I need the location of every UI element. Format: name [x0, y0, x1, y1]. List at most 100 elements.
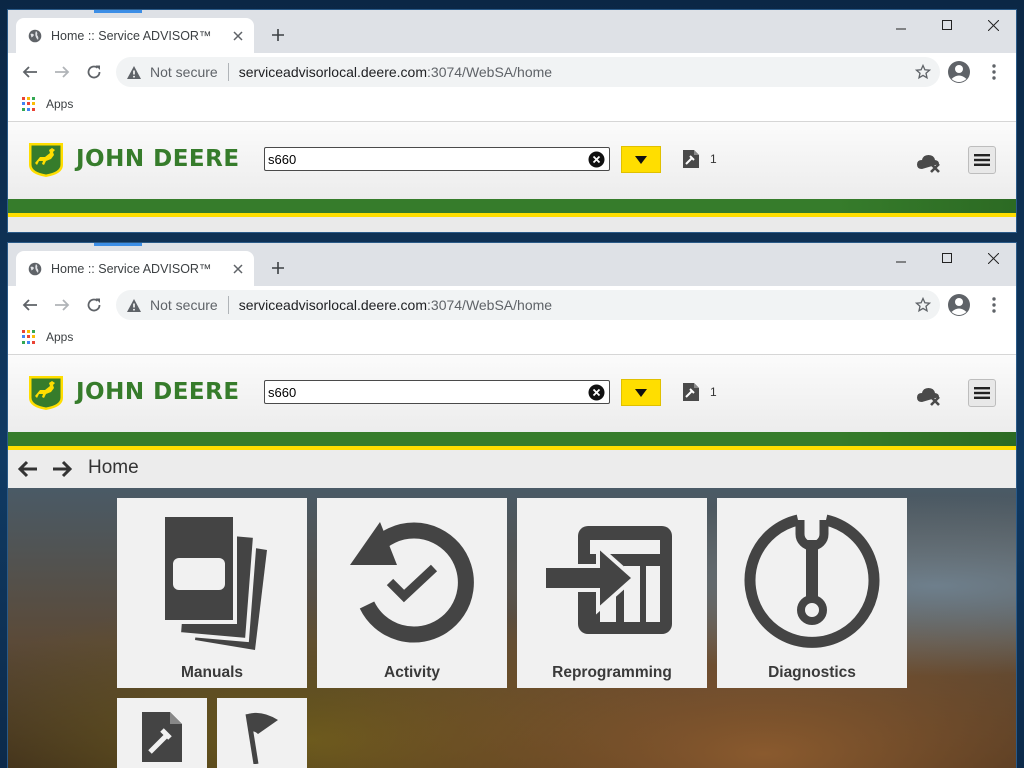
reload-icon[interactable]	[80, 58, 108, 86]
history-back-icon[interactable]	[16, 457, 40, 481]
caret-down-icon	[635, 155, 647, 164]
minimize-icon[interactable]	[878, 10, 924, 40]
tile-label: Diagnostics	[768, 664, 856, 681]
tile-diagnostics[interactable]: Diagnostics	[717, 498, 907, 688]
hamburger-icon	[974, 154, 990, 166]
close-window-icon[interactable]	[970, 243, 1016, 273]
new-tab-icon[interactable]	[266, 256, 290, 280]
browser-tab[interactable]: Home :: Service ADVISOR™	[16, 251, 254, 286]
address-separator	[227, 63, 229, 81]
profile-avatar-icon[interactable]	[946, 59, 972, 85]
hamburger-menu-button[interactable]	[968, 379, 996, 407]
deer-logo-icon	[29, 376, 63, 410]
profile-avatar-icon[interactable]	[946, 292, 972, 318]
history-forward-icon[interactable]	[50, 457, 74, 481]
address-bar[interactable]: Not secure serviceadvisorlocal.deere.com…	[116, 290, 940, 320]
caret-down-icon	[635, 388, 647, 397]
service-tools-icon[interactable]	[680, 381, 702, 403]
tool-count: 1	[710, 385, 717, 399]
close-tab-icon[interactable]	[228, 259, 248, 279]
forward-arrow-icon[interactable]	[48, 58, 76, 86]
search-box	[264, 147, 610, 171]
breadcrumb-bar-partial	[8, 217, 1016, 232]
bookmark-star-icon[interactable]	[912, 61, 934, 83]
cloud-offline-icon[interactable]	[916, 385, 942, 407]
new-tab-icon[interactable]	[266, 23, 290, 47]
maximize-icon[interactable]	[924, 243, 970, 273]
jd-header: JOHN DEERE 1	[8, 355, 1016, 434]
tile-activity[interactable]: Activity	[317, 498, 507, 688]
minimize-icon[interactable]	[878, 243, 924, 273]
service-tools-icon[interactable]	[680, 148, 702, 170]
tile-manuals[interactable]: Manuals	[117, 498, 307, 688]
home-content: Manuals Activity Reprogramming Diagnosti…	[8, 488, 1016, 768]
search-box	[264, 380, 610, 404]
header-stripe	[8, 432, 1016, 450]
warning-icon	[126, 297, 142, 313]
tile-label: Activity	[384, 664, 440, 681]
maximize-icon[interactable]	[924, 10, 970, 40]
tab-strip: Home :: Service ADVISOR™	[8, 243, 1016, 286]
breadcrumb-home[interactable]: Home	[88, 457, 139, 479]
apps-grid-icon	[22, 97, 36, 111]
forward-arrow-icon[interactable]	[48, 291, 76, 319]
url-host: serviceadvisorlocal.deere.com	[238, 64, 428, 80]
globe-icon	[28, 29, 42, 43]
diagnostics-icon	[717, 510, 907, 650]
url-text: serviceadvisorlocal.deere.com:3074/WebSA…	[239, 64, 552, 80]
deer-logo-icon	[29, 143, 63, 177]
activity-icon	[317, 510, 507, 650]
security-label: Not secure	[150, 64, 218, 80]
back-arrow-icon[interactable]	[16, 291, 44, 319]
hamburger-icon	[974, 387, 990, 399]
tile-reprogramming[interactable]: Reprogramming	[517, 498, 707, 688]
brand-name: JOHN DEERE	[76, 379, 240, 405]
reprogramming-icon	[517, 510, 707, 650]
header-stripe	[8, 199, 1016, 217]
bookmark-star-icon[interactable]	[912, 294, 934, 316]
search-dropdown-button[interactable]	[621, 379, 661, 406]
john-deere-logo[interactable]: JOHN DEERE	[26, 140, 240, 178]
jd-header: JOHN DEERE 1	[8, 122, 1016, 201]
brand-name: JOHN DEERE	[76, 146, 240, 172]
browser-toolbar: Not secure serviceadvisorlocal.deere.com…	[8, 286, 1016, 323]
apps-grid-icon	[22, 330, 36, 344]
back-arrow-icon[interactable]	[16, 58, 44, 86]
url-path: :3074/WebSA/home	[427, 297, 553, 313]
warning-icon	[126, 64, 142, 80]
tile-service-tools[interactable]	[117, 698, 207, 768]
search-input[interactable]	[268, 149, 568, 169]
close-tab-icon[interactable]	[228, 26, 248, 46]
search-input[interactable]	[268, 382, 568, 402]
browser-toolbar: Not secure serviceadvisorlocal.deere.com…	[8, 53, 1016, 90]
hamburger-menu-button[interactable]	[968, 146, 996, 174]
apps-label: Apps	[46, 97, 74, 111]
tile-flag[interactable]	[217, 698, 307, 768]
tile-label: Reprogramming	[552, 664, 672, 681]
tile-label: Manuals	[180, 664, 243, 681]
browser-menu-icon[interactable]	[984, 59, 1004, 85]
browser-menu-icon[interactable]	[984, 292, 1004, 318]
cloud-offline-icon[interactable]	[916, 152, 942, 174]
tab-title: Home :: Service ADVISOR™	[51, 28, 212, 43]
search-dropdown-button[interactable]	[621, 146, 661, 173]
john-deere-logo[interactable]: JOHN DEERE	[26, 373, 240, 411]
clear-search-icon[interactable]	[588, 384, 605, 401]
browser-tab[interactable]: Home :: Service ADVISOR™	[16, 18, 254, 53]
url-text: serviceadvisorlocal.deere.com:3074/WebSA…	[239, 297, 552, 313]
tab-title: Home :: Service ADVISOR™	[51, 261, 212, 276]
apps-shortcut[interactable]: Apps	[22, 330, 73, 344]
globe-icon	[28, 262, 42, 276]
close-window-icon[interactable]	[970, 10, 1016, 40]
bookmarks-bar: Apps	[8, 90, 1016, 122]
url-path: :3074/WebSA/home	[427, 64, 553, 80]
apps-shortcut[interactable]: Apps	[22, 97, 73, 111]
clear-search-icon[interactable]	[588, 151, 605, 168]
bookmarks-bar: Apps	[8, 323, 1016, 355]
browser-window-back: Home :: Service ADVISOR™ Not secure serv…	[8, 10, 1016, 232]
breadcrumb-bar: Home	[8, 450, 1016, 488]
address-bar[interactable]: Not secure serviceadvisorlocal.deere.com…	[116, 57, 940, 87]
focus-indicator	[94, 243, 142, 246]
reload-icon[interactable]	[80, 291, 108, 319]
browser-window-front: Home :: Service ADVISOR™ Not secure serv…	[8, 243, 1016, 768]
